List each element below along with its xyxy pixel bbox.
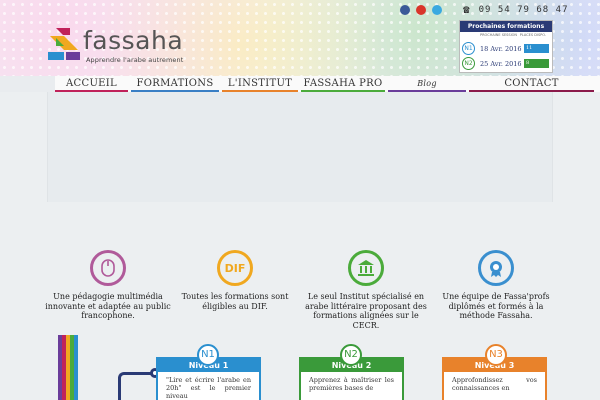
col-seats-label: PLACES DISPO. bbox=[519, 33, 546, 37]
level-badge-n1: N1 bbox=[197, 344, 219, 366]
dif-icon: DIF bbox=[217, 250, 253, 286]
session-date: 18 Avr. 2016 bbox=[480, 44, 522, 53]
nav-item-formations[interactable]: FORMATIONS bbox=[131, 76, 219, 92]
institution-icon bbox=[348, 250, 384, 286]
feature-text: Une pédagogie multimédia innovante et ad… bbox=[45, 292, 171, 320]
site-header: fassaha Apprendre l'arabe autrement ☎ 09… bbox=[0, 0, 600, 76]
phone-contact: ☎ 09 54 79 68 47 bbox=[463, 3, 568, 16]
hero-area bbox=[0, 92, 600, 400]
session-row-n2[interactable]: N2 25 Avr. 2016 8 bbox=[460, 56, 552, 71]
nav-item-blog[interactable]: Blog bbox=[388, 76, 466, 92]
twitter-icon[interactable] bbox=[432, 5, 442, 15]
level-badge-n2: N2 bbox=[340, 344, 362, 366]
feature-multimedia: Une pédagogie multimédia innovante et ad… bbox=[43, 250, 173, 321]
feature-institut: Le seul Institut spécialisé en arabe lit… bbox=[301, 250, 431, 330]
rainbow-ribbon bbox=[58, 335, 78, 400]
level-card-text: Approfondissez vos connaissances en bbox=[452, 376, 537, 392]
nav-item-contact[interactable]: CONTACT bbox=[469, 76, 594, 92]
feature-text: Le seul Institut spécialisé en arabe lit… bbox=[305, 292, 427, 330]
seats-count: 8 bbox=[524, 59, 549, 68]
fassaha-logo-icon[interactable] bbox=[46, 26, 82, 64]
phone-icon: ☎ bbox=[463, 3, 471, 16]
sessions-header: PROCHAINE SESSION PLACES DISPO. bbox=[460, 32, 552, 41]
level-badge-n1: N1 bbox=[462, 42, 475, 55]
social-links bbox=[400, 5, 442, 15]
feature-text: Une équipe de Fassa'profs diplômés et fo… bbox=[442, 292, 550, 320]
mouse-icon bbox=[90, 250, 126, 286]
youtube-icon[interactable] bbox=[416, 5, 426, 15]
col-session-label: PROCHAINE SESSION bbox=[480, 33, 518, 37]
nav-item-institut[interactable]: L'INSTITUT bbox=[222, 76, 298, 92]
level-badge-n2: N2 bbox=[462, 57, 475, 70]
brand-tagline: Apprendre l'arabe autrement bbox=[86, 56, 184, 64]
hero-slider bbox=[47, 92, 553, 202]
level-card-text: Apprenez à maîtriser les premières bases… bbox=[309, 376, 394, 392]
nav-item-accueil[interactable]: ACCUEIL bbox=[55, 76, 128, 92]
seats-count: 11 bbox=[524, 44, 549, 53]
level-badge-n3: N3 bbox=[485, 344, 507, 366]
session-row-n1[interactable]: N1 18 Avr. 2016 11 bbox=[460, 41, 552, 56]
level-card-text: "Lire et écrire l'arabe en 20h" est le p… bbox=[166, 376, 251, 400]
feature-dif: DIF Toutes les formations sont éligibles… bbox=[170, 250, 300, 311]
session-date: 25 Avr. 2016 bbox=[480, 59, 522, 68]
brand-name[interactable]: fassaha bbox=[83, 28, 183, 53]
upcoming-sessions-widget: Prochaines formations PROCHAINE SESSION … bbox=[459, 20, 553, 73]
sessions-title: Prochaines formations bbox=[460, 21, 552, 32]
phone-number[interactable]: 09 54 79 68 47 bbox=[479, 5, 569, 15]
main-nav: ACCUEIL FORMATIONS L'INSTITUT FASSAHA PR… bbox=[55, 76, 600, 92]
feature-text: Toutes les formations sont éligibles au … bbox=[181, 292, 289, 311]
facebook-icon[interactable] bbox=[400, 5, 410, 15]
nav-item-fassaha-pro[interactable]: FASSAHA PRO bbox=[301, 76, 385, 92]
award-icon bbox=[478, 250, 514, 286]
feature-team: Une équipe de Fassa'profs diplômés et fo… bbox=[431, 250, 561, 321]
